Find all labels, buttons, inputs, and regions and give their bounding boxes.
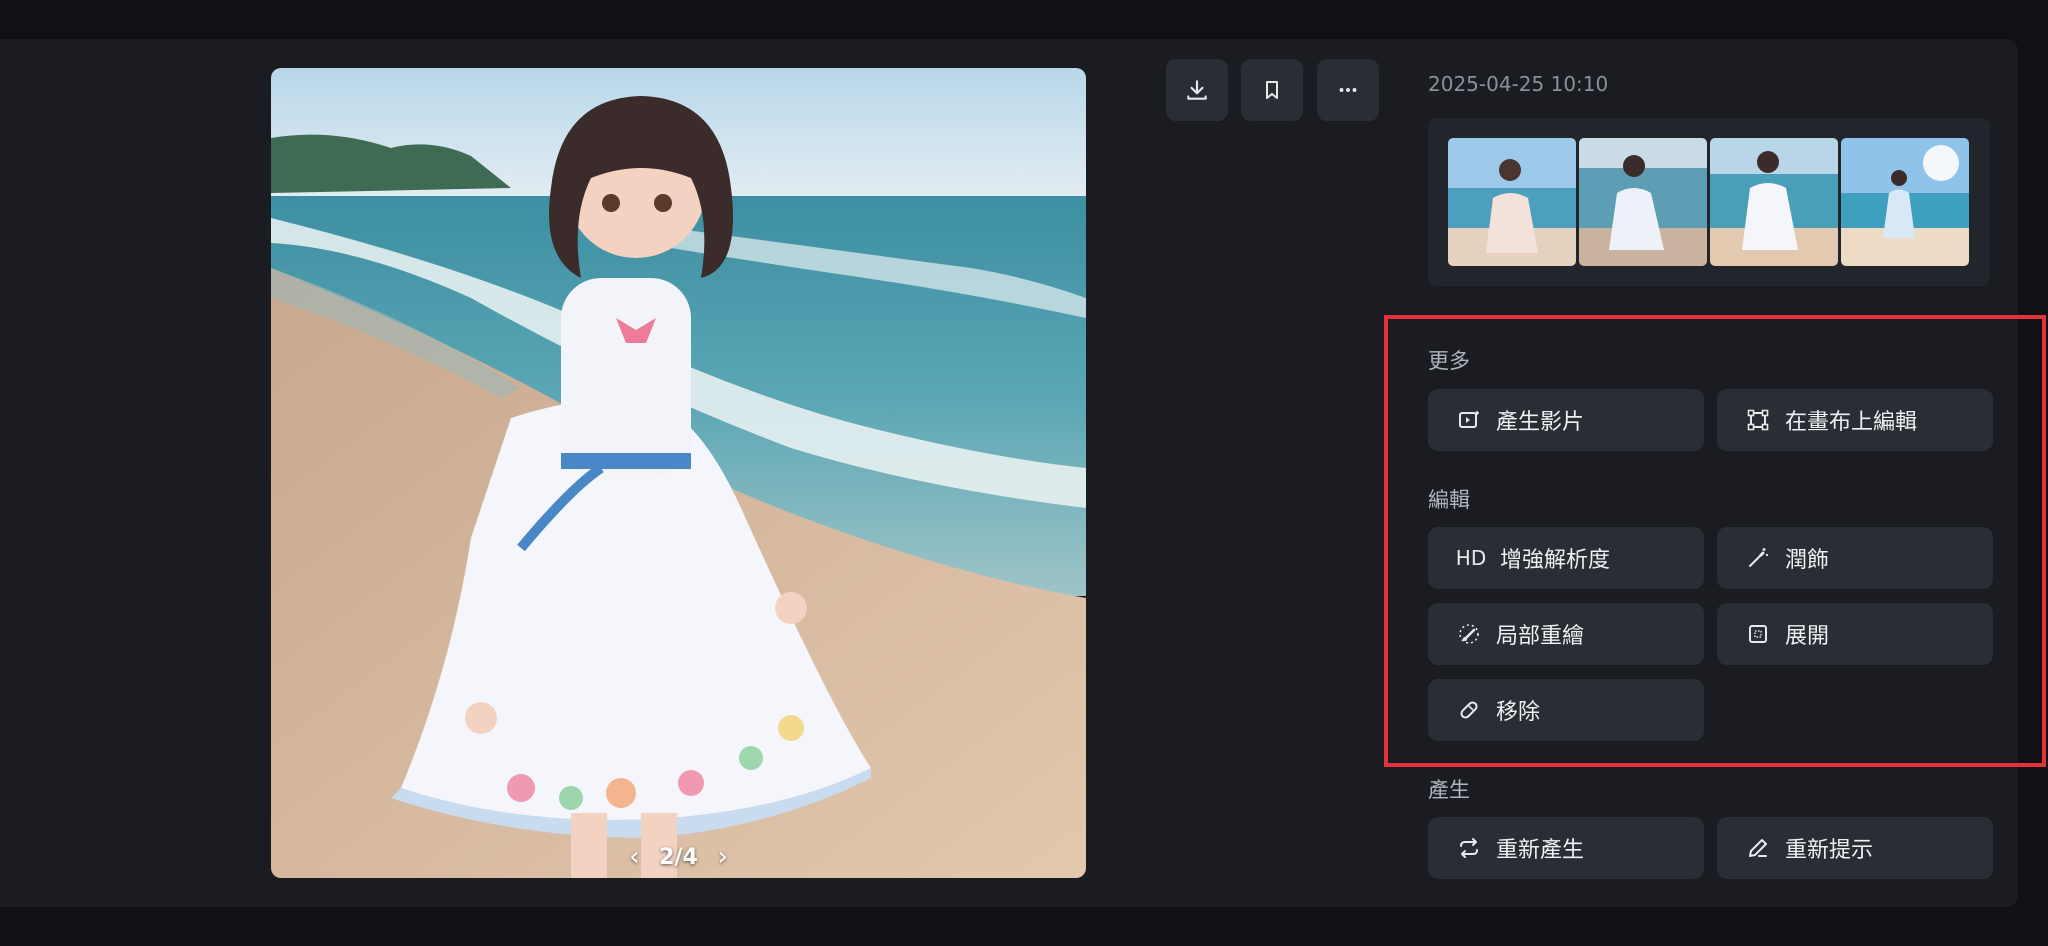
more-horizontal-icon xyxy=(1339,88,1357,92)
more-options-button[interactable] xyxy=(1317,59,1379,121)
regenerate-button[interactable]: 重新產生 xyxy=(1428,817,1704,879)
thumbnail-3[interactable] xyxy=(1710,138,1838,266)
main-image[interactable]: ‹ 2/4 › xyxy=(271,68,1086,878)
page-indicator: 2/4 xyxy=(659,844,698,870)
reprompt-label: 重新提示 xyxy=(1785,838,1874,863)
chevron-left-icon[interactable]: ‹ xyxy=(629,842,639,872)
download-button[interactable] xyxy=(1166,59,1228,121)
thumbnail-4[interactable] xyxy=(1841,138,1969,266)
timestamp: 2025-04-25 10:10 xyxy=(1428,72,1609,96)
thumbnail-strip xyxy=(1428,118,1990,286)
regenerate-label: 重新產生 xyxy=(1496,838,1585,863)
pencil-icon xyxy=(1745,835,1771,861)
reprompt-button[interactable]: 重新提示 xyxy=(1717,817,1993,879)
highlight-box xyxy=(1384,315,2046,767)
bookmark-icon xyxy=(1266,81,1278,99)
thumbnail-2[interactable] xyxy=(1579,138,1707,266)
thumbnail-1[interactable] xyxy=(1448,138,1576,266)
chevron-right-icon[interactable]: › xyxy=(718,842,728,872)
beach-girl-illustration xyxy=(271,68,1086,878)
bookmark-button[interactable] xyxy=(1241,59,1303,121)
download-icon xyxy=(1187,80,1207,100)
regenerate-icon xyxy=(1456,835,1482,861)
image-pager: ‹ 2/4 › xyxy=(271,842,1086,872)
section-title-generate: 產生 xyxy=(1428,778,1470,802)
